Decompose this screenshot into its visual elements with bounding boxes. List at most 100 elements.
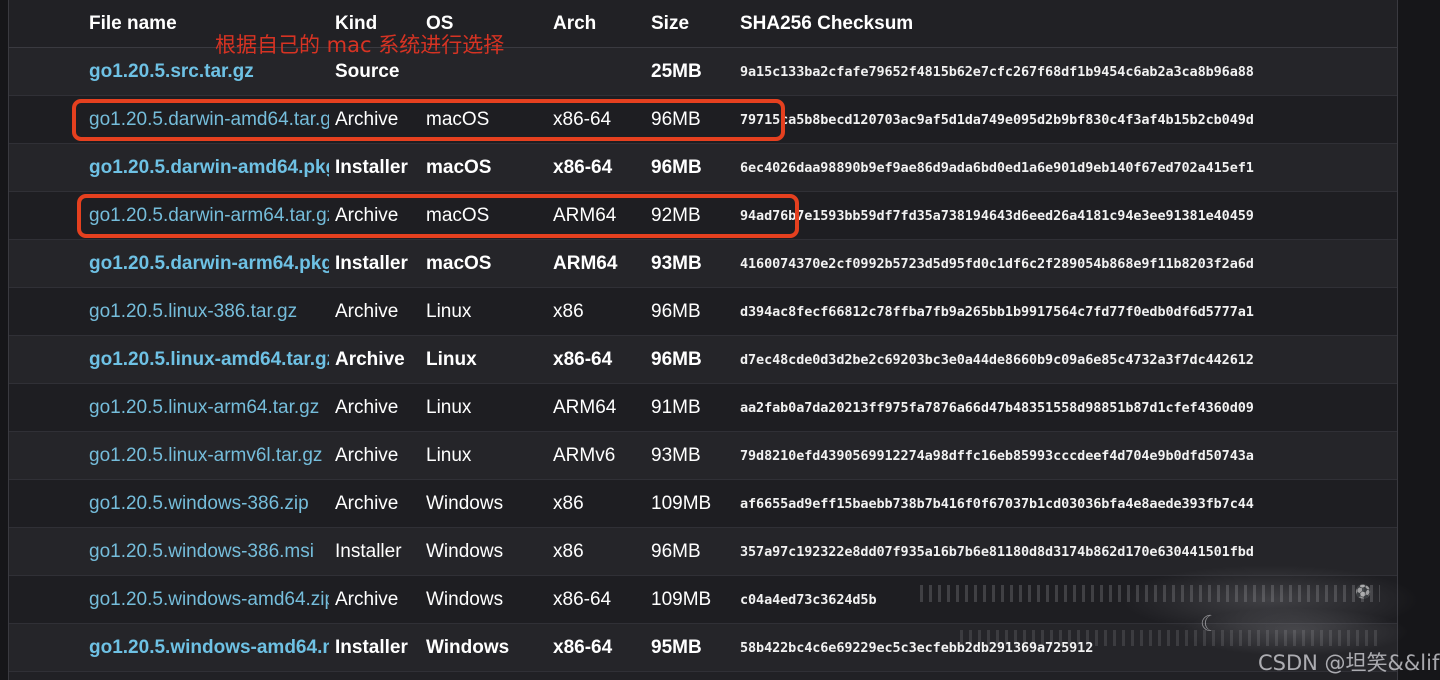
- cell-kind: Installer: [329, 623, 422, 672]
- cell-os: macOS: [422, 239, 547, 288]
- cell-file-name: go1.20.5.windows-amd64.msi: [9, 623, 329, 672]
- cell-size: 25MB: [647, 47, 730, 96]
- cell-sha256-checksum: 79d8210efd4390569912274a98dffc16eb85993c…: [730, 431, 1397, 480]
- cell-sha256-checksum: 9a15c133ba2cfafe79652f4815b62e7cfc267f68…: [730, 47, 1397, 96]
- cell-arch: x86-64: [547, 95, 647, 144]
- cell-os: macOS: [422, 143, 547, 192]
- download-link[interactable]: go1.20.5.windows-amd64.zip: [89, 589, 329, 610]
- cell-kind: Archive: [329, 287, 422, 336]
- table-row: go1.20.5.linux-386.tar.gz Archive Linux x86…: [9, 287, 1397, 336]
- cell-kind: Archive: [329, 479, 422, 528]
- cell-os: Linux: [422, 287, 547, 336]
- cell-kind: Archive: [329, 575, 422, 624]
- column-header-size: Size: [647, 0, 730, 48]
- cell-kind: Installer: [329, 143, 422, 192]
- table-row: go1.20.5.darwin-arm64.tar.gz Archive macOS…: [9, 191, 1397, 240]
- cell-size: 96MB: [647, 95, 730, 144]
- cell-size: 91MB: [647, 383, 730, 432]
- cell-file-name: go1.20.5.darwin-arm64.tar.gz: [9, 191, 329, 240]
- downloads-table: File name Kind OS Arch Size SHA256 Check…: [9, 0, 1397, 672]
- cell-sha256-checksum: aa2fab0a7da20213ff975fa7876a66d47b483515…: [730, 383, 1397, 432]
- cell-file-name: go1.20.5.darwin-amd64.pkg: [9, 143, 329, 192]
- download-link[interactable]: go1.20.5.linux-amd64.tar.gz: [89, 349, 329, 370]
- table-row: go1.20.5.windows-386.msi Installer Windows…: [9, 527, 1397, 576]
- table-row: go1.20.5.linux-amd64.tar.gz Archive Linux x…: [9, 335, 1397, 384]
- cell-size: 109MB: [647, 575, 730, 624]
- cell-file-name: go1.20.5.linux-amd64.tar.gz: [9, 335, 329, 384]
- table-row: go1.20.5.windows-amd64.zip Archive Windows…: [9, 575, 1397, 624]
- cell-file-name: go1.20.5.windows-386.zip: [9, 479, 329, 528]
- cell-file-name: go1.20.5.linux-armv6l.tar.gz: [9, 431, 329, 480]
- cell-os: Windows: [422, 575, 547, 624]
- download-link[interactable]: go1.20.5.windows-386.msi: [89, 541, 314, 562]
- table-row: go1.20.5.windows-386.zip Archive Windows x8…: [9, 479, 1397, 528]
- cell-sha256-checksum: c04a4ed73c3624d5b: [730, 575, 1397, 624]
- cell-file-name: go1.20.5.windows-amd64.zip: [9, 575, 329, 624]
- cell-os: Linux: [422, 335, 547, 384]
- cell-size: 109MB: [647, 479, 730, 528]
- cell-size: 96MB: [647, 143, 730, 192]
- cell-file-name: go1.20.5.windows-386.msi: [9, 527, 329, 576]
- cell-file-name: go1.20.5.darwin-amd64.tar.gz: [9, 95, 329, 144]
- table-row: go1.20.5.darwin-arm64.pkg Installer macOS A…: [9, 239, 1397, 288]
- cell-arch: x86: [547, 287, 647, 336]
- download-link[interactable]: go1.20.5.windows-amd64.msi: [89, 637, 329, 658]
- cell-os: Linux: [422, 383, 547, 432]
- cell-file-name: go1.20.5.linux-arm64.tar.gz: [9, 383, 329, 432]
- cell-arch: [547, 47, 647, 96]
- cell-sha256-checksum: d394ac8fecf66812c78ffba7fb9a265bb1b99175…: [730, 287, 1397, 336]
- table-row: go1.20.5.windows-amd64.msi Installer Windo…: [9, 623, 1397, 672]
- cell-size: 92MB: [647, 191, 730, 240]
- cell-file-name: go1.20.5.src.tar.gz: [9, 47, 329, 96]
- downloads-table-container: File name Kind OS Arch Size SHA256 Check…: [8, 0, 1398, 680]
- download-link[interactable]: go1.20.5.linux-armv6l.tar.gz: [89, 445, 322, 466]
- download-link[interactable]: go1.20.5.darwin-arm64.pkg: [89, 253, 329, 274]
- cell-sha256-checksum: 94ad76b7e1593bb59df7fd35a738194643d6eed2…: [730, 191, 1397, 240]
- download-link[interactable]: go1.20.5.linux-386.tar.gz: [89, 301, 297, 322]
- cell-arch: x86: [547, 527, 647, 576]
- download-link[interactable]: go1.20.5.darwin-amd64.pkg: [89, 157, 329, 178]
- cell-size: 96MB: [647, 287, 730, 336]
- cell-arch: x86-64: [547, 575, 647, 624]
- cell-size: 95MB: [647, 623, 730, 672]
- cell-size: 93MB: [647, 239, 730, 288]
- cell-os: Linux: [422, 431, 547, 480]
- column-header-os: OS: [422, 0, 547, 48]
- table-row: go1.20.5.linux-arm64.tar.gz Archive Linux A…: [9, 383, 1397, 432]
- cell-arch: x86-64: [547, 143, 647, 192]
- download-link[interactable]: go1.20.5.windows-386.zip: [89, 493, 309, 514]
- table-header: File name Kind OS Arch Size SHA256 Check…: [9, 0, 1397, 48]
- column-header-kind: Kind: [329, 0, 422, 48]
- cell-kind: Installer: [329, 239, 422, 288]
- cell-sha256-checksum: 58b422bc4c6e69229ec5c3ecfebb2db291369a72…: [730, 623, 1397, 672]
- cell-arch: x86-64: [547, 623, 647, 672]
- table-row: go1.20.5.src.tar.gz Source 25MB 9a15c133ba2…: [9, 47, 1397, 96]
- cell-arch: ARM64: [547, 239, 647, 288]
- screenshot-root: File name Kind OS Arch Size SHA256 Check…: [0, 0, 1440, 680]
- cell-kind: Archive: [329, 431, 422, 480]
- cell-kind: Archive: [329, 191, 422, 240]
- cell-arch: ARM64: [547, 191, 647, 240]
- cell-kind: Installer: [329, 527, 422, 576]
- cell-size: 93MB: [647, 431, 730, 480]
- cell-kind: Archive: [329, 95, 422, 144]
- cell-kind: Archive: [329, 383, 422, 432]
- download-link[interactable]: go1.20.5.linux-arm64.tar.gz: [89, 397, 319, 418]
- header-row: File name Kind OS Arch Size SHA256 Check…: [9, 0, 1397, 48]
- cell-size: 96MB: [647, 335, 730, 384]
- download-link[interactable]: go1.20.5.darwin-amd64.tar.gz: [89, 109, 329, 130]
- cell-size: 96MB: [647, 527, 730, 576]
- column-header-arch: Arch: [547, 0, 647, 48]
- cell-sha256-checksum: 357a97c192322e8dd07f935a16b7b6e81180d8d3…: [730, 527, 1397, 576]
- cell-sha256-checksum: af6655ad9eff15baebb738b7b416f0f67037b1cd…: [730, 479, 1397, 528]
- download-link[interactable]: go1.20.5.darwin-arm64.tar.gz: [89, 205, 329, 226]
- download-link[interactable]: go1.20.5.src.tar.gz: [89, 61, 254, 82]
- cell-file-name: go1.20.5.darwin-arm64.pkg: [9, 239, 329, 288]
- cell-sha256-checksum: d7ec48cde0d3d2be2c69203bc3e0a44de8660b9c…: [730, 335, 1397, 384]
- cell-arch: x86-64: [547, 335, 647, 384]
- cell-os: Windows: [422, 479, 547, 528]
- column-header-sha256-checksum: SHA256 Checksum: [730, 0, 1397, 48]
- cell-file-name: go1.20.5.linux-386.tar.gz: [9, 287, 329, 336]
- column-header-file-name: File name: [9, 0, 329, 48]
- cell-arch: ARMv6: [547, 431, 647, 480]
